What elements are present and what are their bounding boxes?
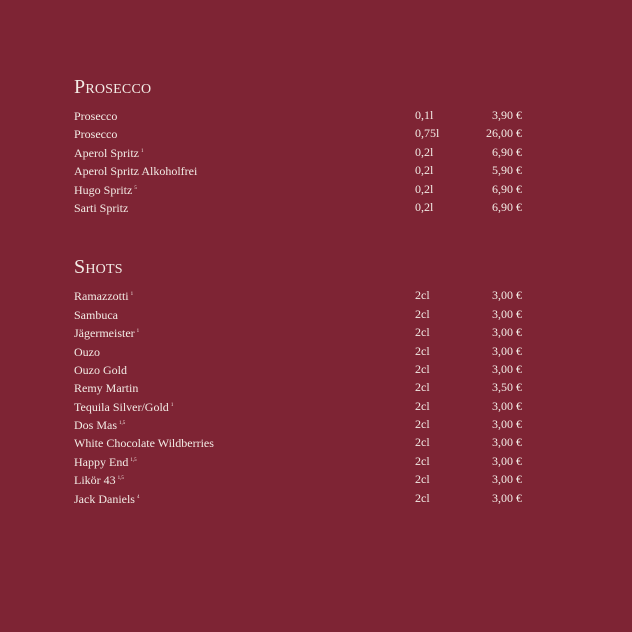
item-name: Aperol Spritz Alkoholfrei — [74, 164, 198, 179]
item-name: Jägermeister 1 — [74, 326, 140, 341]
item-name: Sambuca — [74, 307, 118, 322]
item-size: 2cl — [415, 417, 430, 432]
item-name: Tequila Silver/Gold 1 — [74, 399, 174, 414]
item-footnote: 1 — [130, 292, 134, 298]
item-size: 2cl — [415, 306, 430, 321]
item-size: 2cl — [415, 398, 430, 413]
item-size: 0,2l — [415, 199, 434, 214]
item-price: 6,90 € — [492, 144, 522, 159]
section-title: Prosecco — [74, 76, 152, 98]
item-price: 3,00 € — [492, 417, 522, 432]
item-name: Ouzo Gold — [74, 362, 127, 377]
menu-page: { "colors": { "background": "#7e2434", "… — [0, 0, 632, 632]
item-name: Prosecco — [74, 127, 118, 142]
item-footnote: 1 — [136, 329, 140, 335]
menu-item: Likör 43 1,5 2cl 3,00 € — [74, 470, 534, 488]
section-shots: Shots Ramazzotti 1 2cl 3,00 € Sambuca 2cl… — [74, 254, 534, 507]
item-size: 0,2l — [415, 163, 434, 178]
item-size: 0,75l — [415, 126, 440, 141]
item-footnote: 5 — [134, 185, 137, 191]
item-name: Likör 43 1,5 — [74, 473, 124, 488]
menu-item: Happy End 1,5 2cl 3,00 € — [74, 452, 534, 470]
item-size: 0,1l — [415, 108, 434, 122]
section-title: Shots — [74, 256, 123, 279]
item-price: 3,00 € — [492, 325, 522, 340]
item-price: 6,90 € — [492, 199, 522, 214]
item-footnote: 1 — [141, 148, 144, 154]
item-name: Ramazzotti 1 — [74, 289, 134, 304]
item-size: 2cl — [415, 490, 430, 505]
menu-item: Tequila Silver/Gold 1 2cl 3,00 € — [74, 397, 534, 415]
item-name: Remy Martin — [74, 381, 139, 396]
item-footnote: 1,5 — [130, 457, 137, 463]
menu-item: Ramazzotti 1 2cl 3,00 € — [74, 286, 534, 304]
item-price: 3,00 € — [492, 288, 522, 303]
item-size: 2cl — [415, 325, 430, 340]
menu-item: Hugo Spritz 5 0,2l 6,90 € — [74, 180, 534, 198]
menu-item: Prosecco 0,75l 26,00 € — [74, 124, 534, 142]
item-price: 3,00 € — [492, 398, 522, 413]
menu-item: Aperol Spritz 1 0,2l 6,90 € — [74, 143, 534, 161]
drinks-menu: Prosecco Prosecco 0,1l 3,90 € Prosecco 0… — [74, 74, 534, 507]
menu-item: Remy Martin 2cl 3,50 € — [74, 378, 534, 396]
item-price: 26,00 € — [486, 126, 522, 141]
item-price: 3,00 € — [492, 472, 522, 487]
item-footnote: 1 — [170, 402, 174, 408]
item-price: 3,00 € — [492, 343, 522, 358]
menu-item: Aperol Spritz Alkoholfrei 0,2l 5,90 € — [74, 161, 534, 179]
item-size: 2cl — [415, 472, 430, 487]
item-name: Jack Daniels 4 — [74, 491, 140, 506]
menu-item: Prosecco 0,1l 3,90 € — [74, 106, 534, 124]
menu-item: Ouzo Gold 2cl 3,00 € — [74, 360, 534, 378]
item-name: Ouzo — [74, 344, 100, 359]
menu-item: Jack Daniels 4 2cl 3,00 € — [74, 489, 534, 507]
item-name: Dos Mas 1,5 — [74, 418, 126, 433]
item-size: 2cl — [415, 435, 430, 450]
item-price: 3,50 € — [492, 380, 522, 395]
item-footnote: 1,5 — [117, 476, 124, 482]
item-price: 6,90 € — [492, 181, 522, 196]
menu-item: Sarti Spritz 0,2l 6,90 € — [74, 198, 534, 216]
item-size: 2cl — [415, 361, 430, 376]
item-price: 3,00 € — [492, 306, 522, 321]
item-size: 2cl — [415, 380, 430, 395]
menu-item: Jägermeister 1 2cl 3,00 € — [74, 323, 534, 341]
menu-item: Dos Mas 1,5 2cl 3,00 € — [74, 415, 534, 433]
item-price: 3,00 € — [492, 453, 522, 468]
menu-item: White Chocolate Wildberries 2cl 3,00 € — [74, 433, 534, 451]
item-price: 3,00 € — [492, 361, 522, 376]
item-name: White Chocolate Wildberries — [74, 436, 214, 451]
item-price: 5,90 € — [492, 163, 522, 178]
menu-item: Sambuca 2cl 3,00 € — [74, 305, 534, 323]
item-price: 3,00 € — [492, 435, 522, 450]
item-price: 3,90 € — [492, 108, 522, 122]
item-name: Hugo Spritz 5 — [74, 182, 137, 197]
item-name: Sarti Spritz — [74, 200, 129, 215]
menu-item: Ouzo 2cl 3,00 € — [74, 342, 534, 360]
item-name: Happy End 1,5 — [74, 454, 137, 469]
item-list: Prosecco 0,1l 3,90 € Prosecco 0,75l 26,0… — [74, 106, 534, 216]
item-price: 3,00 € — [492, 490, 522, 505]
item-name: Aperol Spritz 1 — [74, 145, 144, 160]
item-size: 2cl — [415, 453, 430, 468]
item-footnote: 4 — [136, 494, 140, 500]
item-footnote: 1,5 — [119, 421, 126, 427]
section-prosecco: Prosecco Prosecco 0,1l 3,90 € Prosecco 0… — [74, 74, 534, 216]
item-size: 2cl — [415, 343, 430, 358]
item-size: 2cl — [415, 288, 430, 303]
item-name: Prosecco — [74, 109, 118, 123]
item-size: 0,2l — [415, 144, 434, 159]
item-list: Ramazzotti 1 2cl 3,00 € Sambuca 2cl 3,00 … — [74, 286, 534, 507]
item-size: 0,2l — [415, 181, 434, 196]
